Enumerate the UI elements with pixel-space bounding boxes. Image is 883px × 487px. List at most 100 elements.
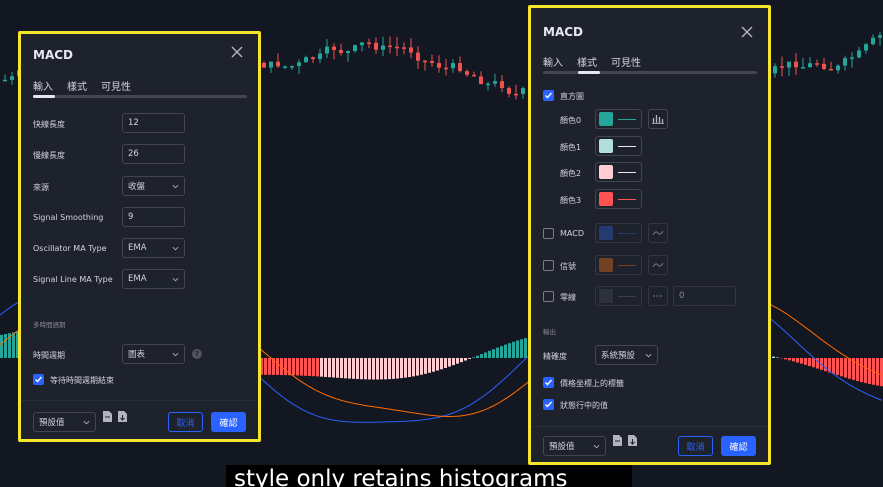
- load-template-icon[interactable]: [628, 435, 637, 446]
- tab-visibility[interactable]: 可見性: [611, 54, 641, 69]
- candle-body: [430, 61, 434, 64]
- histogram-bar: [320, 358, 323, 377]
- histogram-bar: [792, 358, 795, 362]
- color2-picker[interactable]: [595, 162, 642, 182]
- timeframe-select[interactable]: 圖表: [122, 344, 185, 364]
- candle-body: [486, 83, 490, 86]
- section-output: 輸出: [543, 328, 556, 336]
- oscillator-ma-type-select[interactable]: EMA: [122, 238, 185, 258]
- tab-style[interactable]: 樣式: [67, 78, 87, 93]
- tab-inputs[interactable]: 輸入: [543, 54, 563, 69]
- candle-body: [360, 42, 364, 46]
- signal-line-style-button[interactable]: [648, 255, 668, 275]
- slow-length-label: 慢線長度: [33, 151, 65, 160]
- cancel-button[interactable]: 取消: [168, 412, 203, 432]
- candle-body: [269, 61, 273, 68]
- histogram-bar: [524, 338, 527, 358]
- candle-body: [871, 37, 875, 45]
- macd-line-checkbox[interactable]: [543, 228, 554, 239]
- precision-select[interactable]: 系統預設: [595, 345, 658, 365]
- defaults-select[interactable]: 預設值: [543, 436, 606, 456]
- candle-body: [262, 62, 266, 68]
- dialog-title: MACD: [33, 48, 73, 62]
- defaults-select[interactable]: 預設值: [33, 412, 96, 432]
- histogram-bar: [300, 358, 303, 376]
- tab-style[interactable]: 樣式: [577, 54, 597, 69]
- histogram-bar: [396, 358, 399, 379]
- candle-body: [311, 57, 315, 59]
- close-button[interactable]: [740, 25, 754, 39]
- candle-body: [822, 63, 826, 69]
- tab-inputs[interactable]: 輸入: [33, 78, 53, 93]
- checkmark-icon: [545, 92, 553, 99]
- color3-picker[interactable]: [595, 189, 642, 209]
- color0-picker[interactable]: [595, 109, 642, 129]
- color0-swatch: [599, 112, 613, 126]
- candle-body: [437, 63, 441, 68]
- signal-smoothing-input[interactable]: 9: [122, 207, 185, 227]
- signal-line-checkbox[interactable]: [543, 260, 554, 271]
- load-template-icon[interactable]: [118, 411, 127, 422]
- histogram-bar: [276, 358, 279, 375]
- dashed-line-icon: [653, 295, 663, 297]
- signal-line-ma-type-label: Signal Line MA Type: [33, 275, 113, 284]
- wait-for-close-label: 等待時間週期結束: [50, 376, 114, 385]
- histogram-bar: [836, 358, 839, 376]
- zero-line-checkbox[interactable]: [543, 291, 554, 302]
- wait-for-close-checkbox[interactable]: [33, 374, 44, 385]
- save-template-icon[interactable]: [613, 435, 622, 446]
- slow-length-input[interactable]: 26: [122, 144, 185, 164]
- source-select[interactable]: 收盤: [122, 176, 185, 196]
- histogram-bar: [356, 358, 359, 380]
- zero-line-swatch: [599, 289, 613, 303]
- histogram-bar: [824, 358, 827, 372]
- tab-active-indicator: [578, 71, 600, 74]
- histogram-bar: [0, 334, 3, 358]
- candle-body: [353, 45, 357, 52]
- zero-line-value-input[interactable]: 0: [673, 286, 736, 306]
- histogram-bar: [264, 358, 267, 375]
- chevron-down-icon: [172, 277, 179, 281]
- candle-body: [836, 65, 840, 71]
- help-icon[interactable]: ?: [192, 349, 202, 359]
- candle-body: [514, 93, 518, 96]
- histogram-bar: [304, 358, 307, 376]
- signal-line-label: 信號: [560, 262, 576, 271]
- ok-button[interactable]: 確認: [211, 412, 246, 432]
- close-button[interactable]: [230, 45, 244, 59]
- cancel-button[interactable]: 取消: [678, 436, 713, 456]
- price-scale-labels-checkbox[interactable]: [543, 377, 554, 388]
- macd-line-style-button[interactable]: [648, 223, 668, 243]
- plot-style-button[interactable]: [648, 109, 668, 129]
- color1-picker[interactable]: [595, 136, 642, 156]
- histogram-bar: [376, 358, 379, 380]
- checkmark-icon: [545, 379, 553, 386]
- histogram-bar: [384, 358, 387, 380]
- dialog-tabs: 輸入 樣式 可見性: [33, 78, 145, 93]
- histogram-label: 直方圖: [560, 92, 584, 101]
- color2-label: 顏色2: [560, 169, 582, 178]
- zero-line-color-picker[interactable]: [595, 286, 642, 306]
- candle-body: [297, 62, 301, 67]
- macd-line-color-picker[interactable]: [595, 223, 642, 243]
- histogram-bar: [472, 357, 475, 358]
- candle-body: [409, 47, 413, 53]
- signal-line-preview: [618, 264, 636, 266]
- histogram-bar: [868, 358, 871, 384]
- macd-line-preview: [618, 232, 636, 234]
- histogram-bar: [840, 358, 843, 377]
- color3-label: 顏色3: [560, 196, 582, 205]
- fast-length-input[interactable]: 12: [122, 113, 185, 133]
- zero-line-style-button[interactable]: [648, 286, 668, 306]
- save-template-icon[interactable]: [103, 411, 112, 422]
- signal-line-color-picker[interactable]: [595, 255, 642, 275]
- candle-body: [878, 35, 882, 38]
- candle-body: [493, 81, 497, 84]
- chevron-down-icon: [645, 353, 652, 357]
- signal-line-ma-type-select[interactable]: EMA: [122, 269, 185, 289]
- color0-label: 顏色0: [560, 116, 582, 125]
- histogram-checkbox[interactable]: [543, 90, 554, 101]
- status-line-values-checkbox[interactable]: [543, 399, 554, 410]
- ok-button[interactable]: 確認: [721, 436, 756, 456]
- tab-visibility[interactable]: 可見性: [101, 78, 131, 93]
